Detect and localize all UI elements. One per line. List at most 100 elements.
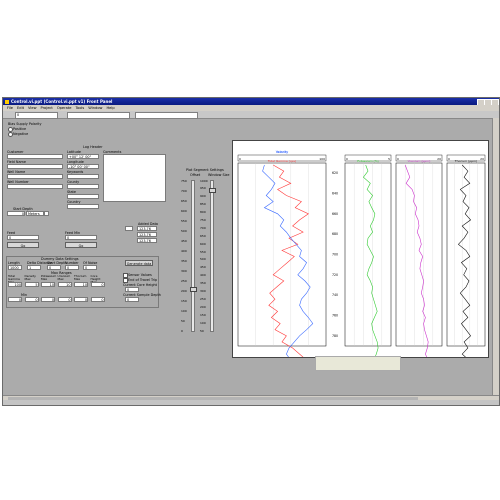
vertical-scrollbar[interactable]: [492, 118, 499, 395]
depth-label: 740: [332, 293, 338, 297]
toolbar-value-field[interactable]: 0: [15, 111, 58, 119]
series-label: Total Gamma (cps): [267, 159, 296, 163]
noise-field[interactable]: 0: [83, 265, 97, 270]
state-field[interactable]: [67, 194, 99, 199]
toolbar-dropdown-2[interactable]: [135, 111, 198, 119]
depth-unit-select[interactable]: Meters: [26, 211, 44, 216]
start-depth-field[interactable]: 0: [7, 211, 25, 216]
current-core-field[interactable]: 0: [125, 287, 139, 292]
comments-field[interactable]: [103, 154, 166, 202]
slider-track[interactable]: [191, 180, 195, 332]
menu-item[interactable]: View: [28, 106, 37, 110]
slider-tick-label: 200: [181, 288, 187, 293]
dummy-start-depth-field[interactable]: 0: [47, 265, 61, 270]
slider-tick-label: 600: [200, 241, 206, 246]
series-label: Uranium (ppm): [408, 159, 431, 163]
field-name-field[interactable]: [7, 164, 63, 169]
log-plot-panel: Total Gamma (cps) Velocity 0 100 Velocity Pot…: [232, 140, 489, 500]
customer-field[interactable]: [7, 154, 63, 159]
toolbar-dropdown-1[interactable]: [67, 111, 130, 119]
slider-track[interactable]: [210, 180, 214, 332]
depth-label: 720: [332, 273, 338, 277]
menu-item[interactable]: Help: [106, 106, 114, 110]
added-data-value-2[interactable]: 123.76: [137, 232, 157, 237]
latitude-field[interactable]: +00° 12' 00": [67, 154, 99, 159]
window-title: Control.vi.ppt (Control.vi.ppt v1) Front…: [11, 99, 113, 104]
slider-tick-label: 400: [200, 273, 206, 278]
menu-item[interactable]: Project: [41, 106, 53, 110]
log-header-title: Log Header: [83, 145, 103, 149]
well-name-field[interactable]: [7, 174, 63, 179]
x-tick-left: 0: [397, 157, 399, 161]
max-range-field[interactable]: 10: [74, 282, 88, 287]
negative-label: Negative: [13, 132, 29, 136]
feed-min-field[interactable]: 0: [65, 235, 97, 240]
max-range-field[interactable]: 100: [8, 282, 22, 287]
generate-data-button[interactable]: Generate data: [125, 260, 153, 266]
toolbar: 0: [3, 111, 499, 119]
added-data-value-1[interactable]: 123.76: [137, 226, 157, 231]
menu-item[interactable]: Window: [88, 106, 102, 110]
depth-unit-arrow-icon[interactable]: [44, 211, 49, 216]
feed-go-button[interactable]: Go: [7, 242, 39, 248]
slider-tick-label: 500: [200, 257, 206, 262]
well-number-field[interactable]: [7, 184, 63, 189]
added-data-value-3[interactable]: 123.76: [137, 238, 157, 243]
track-frame: [237, 162, 327, 347]
max-range-field[interactable]: 0: [90, 282, 105, 287]
delta-distance-field[interactable]: 1: [27, 265, 41, 270]
slider-tick-label: 550: [181, 218, 187, 223]
max-range-field[interactable]: 10: [41, 282, 55, 287]
longitude-field[interactable]: -10° 00' 00": [67, 164, 99, 169]
x-tick-right: 5: [388, 157, 390, 161]
x-tick-right: 20: [480, 157, 484, 161]
slider-tick-label: 150: [181, 298, 187, 303]
positive-label: Positive: [13, 127, 27, 131]
menu-item[interactable]: File: [7, 106, 13, 110]
message-box: [315, 356, 401, 371]
added-data-index[interactable]: [125, 226, 133, 231]
slider-tick-label: 500: [181, 228, 187, 233]
min-range-field[interactable]: 0: [8, 297, 22, 302]
menu-item[interactable]: Operate: [57, 106, 72, 110]
slider-tick-label: 550: [200, 249, 206, 254]
min-range-field[interactable]: 0: [24, 297, 39, 302]
slider-tick-label: 250: [181, 278, 187, 283]
slider-tick-label: 950: [200, 186, 206, 191]
feed-min-go-button[interactable]: Go: [65, 242, 97, 248]
slider-tick-label: 700: [181, 188, 187, 193]
title-bar: Control.vi.ppt (Control.vi.ppt v1) Front…: [3, 98, 499, 106]
slider-thumb[interactable]: [189, 286, 197, 292]
max-range-column-label: Thorium Max: [74, 274, 87, 282]
country-field[interactable]: [67, 204, 99, 209]
min-range-field[interactable]: 0: [90, 297, 105, 302]
slider-tick-label: 750: [181, 178, 187, 183]
slider-tick-label: 450: [181, 238, 187, 243]
menu-item[interactable]: Edit: [17, 106, 24, 110]
length-field[interactable]: 1000: [8, 265, 22, 270]
x-tick-right: 20: [437, 157, 441, 161]
x-tick-left: 0: [448, 157, 450, 161]
min-range-field[interactable]: 0: [74, 297, 88, 302]
depth-label: 780: [332, 334, 338, 338]
current-sample-field[interactable]: 0: [125, 297, 139, 302]
min-range-field[interactable]: 0: [57, 297, 72, 302]
slider-tick-label: 600: [181, 208, 187, 213]
number-field[interactable]: 0: [65, 265, 79, 270]
menu-item[interactable]: Tools: [75, 106, 84, 110]
county-field[interactable]: [67, 184, 99, 189]
max-range-field[interactable]: 5: [24, 282, 39, 287]
slider-tick-label: 0: [181, 328, 183, 333]
slider-thumb[interactable]: [208, 187, 216, 193]
slider-tick-label: 800: [200, 210, 206, 215]
end-of-travel-label: End of Travel Trip: [128, 278, 158, 282]
feed-field[interactable]: 0: [7, 235, 39, 240]
min-range-field[interactable]: 0: [41, 297, 55, 302]
series-label: Potassium (%): [357, 159, 378, 163]
keywords-field[interactable]: [67, 174, 99, 179]
max-range-field[interactable]: 10: [57, 282, 72, 287]
max-range-column-label: Potassium Max: [41, 274, 57, 282]
polarity-label: Bias Supply Polarity: [8, 122, 42, 126]
window-settings-title: Plot Segment Settings: [186, 168, 224, 172]
slider-tick-label: 100: [181, 308, 187, 313]
